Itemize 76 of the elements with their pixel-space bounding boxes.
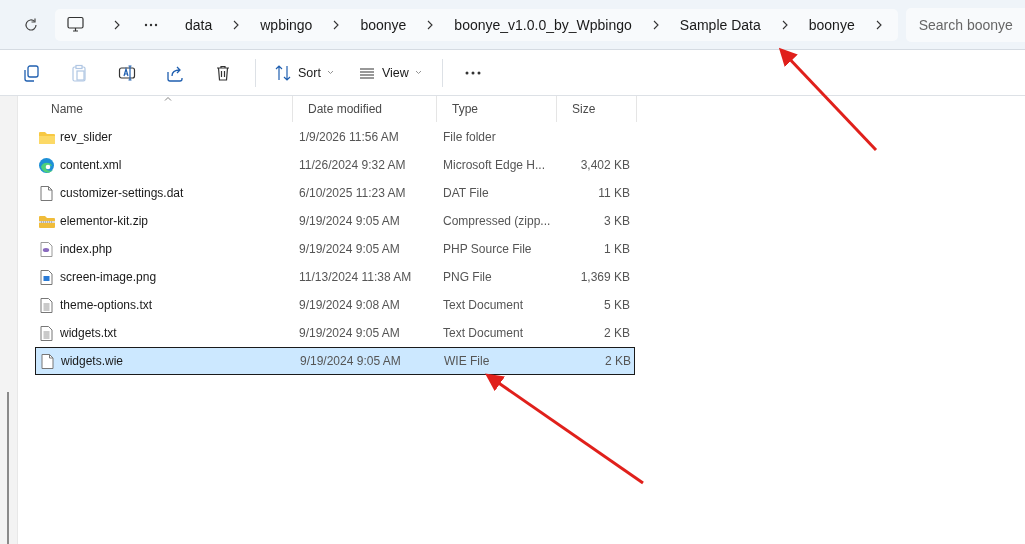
type-cell-text: Text Document xyxy=(442,326,525,340)
size-cell-text: 1,369 KB xyxy=(579,270,631,284)
date-cell-text: 1/9/2026 11:56 AM xyxy=(298,130,400,144)
refresh-icon[interactable] xyxy=(23,16,39,33)
file-row[interactable]: screen-image.png 11/13/2024 11:38 AM PNG File 1,369 KB xyxy=(35,263,635,291)
view-button[interactable]: View xyxy=(353,56,426,89)
address-bar[interactable]: data wpbingo boonye boonye_v1.0.0_by_Wpbingo Sample Data boonye xyxy=(55,8,898,41)
size-cell-text: 2 KB xyxy=(604,354,632,368)
file-name: elementor-kit.zip xyxy=(60,214,149,228)
file-row[interactable]: widgets.txt 9/19/2024 9:05 AM Text Document 2 KB xyxy=(35,319,635,347)
file-name: customizer-settings.dat xyxy=(60,186,184,200)
copy-icon[interactable] xyxy=(22,63,40,82)
file-name: widgets.txt xyxy=(60,326,117,340)
type-cell-text: Compressed (zipp... xyxy=(442,214,552,228)
type-cell-text: Text Document xyxy=(442,298,525,312)
type-cell-text: File folder xyxy=(442,130,497,144)
date-cell-text: 11/26/2024 9:32 AM xyxy=(298,158,407,172)
date-cell-text: 9/19/2024 9:05 AM xyxy=(298,214,401,228)
date-cell-text: 9/19/2024 9:05 AM xyxy=(299,354,402,368)
file-row[interactable]: index.php 9/19/2024 9:05 AM PHP Source File 1 KB xyxy=(35,235,635,263)
column-header[interactable]: Type xyxy=(437,96,557,122)
file-name: rev_slider xyxy=(60,130,113,144)
date-cell-text: 9/19/2024 9:08 AM xyxy=(298,298,401,312)
sort-button[interactable]: Sort xyxy=(270,56,338,89)
trash-icon[interactable] xyxy=(214,63,232,82)
breadcrumb[interactable]: wpbingo xyxy=(255,16,318,33)
browser-icon xyxy=(38,156,55,174)
size-cell-text: 11 KB xyxy=(597,186,631,200)
text-file-icon xyxy=(38,324,55,342)
date-cell-text: 6/10/2025 11:23 AM xyxy=(298,186,407,200)
monitor-icon[interactable] xyxy=(67,16,84,33)
breadcrumb[interactable]: boonye xyxy=(803,16,860,33)
image-file-icon xyxy=(38,268,55,286)
text-file-icon xyxy=(38,296,55,314)
file-name: content.xml xyxy=(60,158,122,172)
size-cell-text: 1 KB xyxy=(603,242,631,256)
type-cell-text: DAT File xyxy=(442,186,490,200)
type-cell-text: PNG File xyxy=(442,270,493,284)
column-header[interactable]: Date modified xyxy=(293,96,437,122)
size-cell-text: 2 KB xyxy=(603,326,631,340)
column-header[interactable]: Size xyxy=(557,96,637,122)
file-row[interactable]: content.xml 11/26/2024 9:32 AM Microsoft Edge H... 3,402 KB xyxy=(35,151,635,179)
file-icon xyxy=(39,352,56,370)
sort-caret-icon xyxy=(164,96,172,101)
file-name: index.php xyxy=(60,242,113,256)
file-name: screen-image.png xyxy=(60,270,157,284)
rename-icon[interactable] xyxy=(118,63,136,82)
date-cell-text: 11/13/2024 11:38 AM xyxy=(298,270,413,284)
file-row[interactable]: elementor-kit.zip 9/19/2024 9:05 AM Compressed (zipp... 3 KB xyxy=(35,207,635,235)
size-cell-text: 3,402 KB xyxy=(579,158,631,172)
breadcrumb[interactable]: Sample Data xyxy=(674,16,766,33)
date-cell-text: 9/19/2024 9:05 AM xyxy=(298,242,401,256)
file-icon xyxy=(38,184,55,202)
file-row[interactable]: rev_slider 1/9/2026 11:56 AM File folder xyxy=(35,123,635,151)
more-icon[interactable] xyxy=(144,22,158,27)
size-cell-text: 5 KB xyxy=(603,298,631,312)
breadcrumb[interactable]: boonye xyxy=(355,16,412,33)
chevron-right-icon[interactable] xyxy=(112,19,122,30)
file-name: widgets.wie xyxy=(61,354,124,368)
breadcrumb[interactable]: boonye_v1.0.0_by_Wpbingo xyxy=(449,16,637,33)
type-cell-text: Microsoft Edge H... xyxy=(442,158,547,172)
breadcrumb[interactable]: data xyxy=(180,16,218,33)
type-cell-text: WIE File xyxy=(443,354,491,368)
chevron-down-icon[interactable] xyxy=(414,70,422,75)
file-row[interactable]: theme-options.txt 9/19/2024 9:08 AM Text Document 5 KB xyxy=(35,291,635,319)
date-cell-text: 9/19/2024 9:05 AM xyxy=(298,326,401,340)
php-file-icon xyxy=(38,240,55,258)
size-cell-text: 3 KB xyxy=(603,214,631,228)
search-field[interactable]: Search boonye xyxy=(905,7,1025,42)
chevron-down-icon[interactable] xyxy=(326,70,334,75)
column-header[interactable]: Name xyxy=(35,96,293,122)
sort-icon[interactable] xyxy=(274,63,292,82)
file-row[interactable]: customizer-settings.dat 6/10/2025 11:23 AM DAT File 11 KB xyxy=(35,179,635,207)
type-cell-text: PHP Source File xyxy=(442,242,533,256)
file-name: theme-options.txt xyxy=(60,298,153,312)
selected-file-row[interactable]: widgets.wie 9/19/2024 9:05 AM WIE File 2 KB xyxy=(35,347,635,375)
